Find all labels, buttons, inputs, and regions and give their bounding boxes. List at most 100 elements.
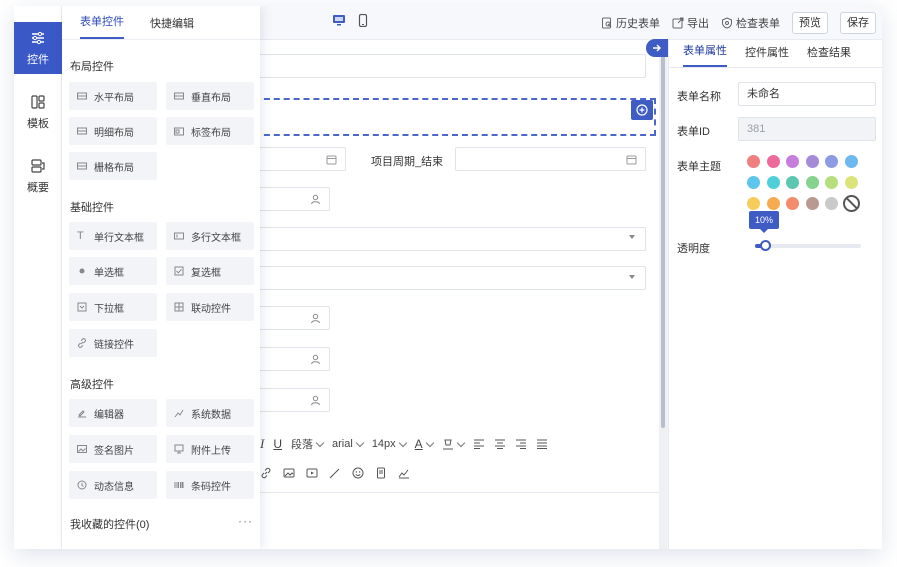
tab-form-controls[interactable]: 表单控件 xyxy=(80,13,124,39)
widget-horizontal-layout[interactable]: 水平布局 xyxy=(69,82,157,110)
align-center-button[interactable] xyxy=(494,439,506,449)
tab-control-properties[interactable]: 控件属性 xyxy=(745,44,789,67)
widget-checkbox[interactable]: 复选框 xyxy=(166,257,254,285)
font-color-button[interactable]: A xyxy=(415,437,434,451)
underline-button[interactable]: U xyxy=(273,437,282,451)
more-options-button[interactable]: ··· xyxy=(238,514,253,528)
preview-button[interactable]: 预览 xyxy=(792,12,828,34)
paragraph-select[interactable]: 段落 xyxy=(291,436,325,452)
widget-upload[interactable]: 附件上传 xyxy=(166,435,254,463)
theme-color-swatch[interactable] xyxy=(766,176,780,189)
editor-icon xyxy=(78,410,86,418)
nav-item-controls[interactable]: 控件 xyxy=(14,22,62,74)
theme-color-swatch[interactable] xyxy=(844,155,858,168)
collapse-panel-button[interactable] xyxy=(646,39,668,57)
link-icon[interactable] xyxy=(260,467,272,479)
export-button[interactable]: 导出 xyxy=(672,15,709,31)
user-icon xyxy=(311,313,320,324)
video-icon[interactable] xyxy=(306,467,318,479)
project-start-date-field[interactable] xyxy=(254,147,346,171)
radio-icon xyxy=(79,268,85,274)
theme-color-swatch[interactable] xyxy=(766,155,780,168)
chevron-down-icon xyxy=(398,438,407,447)
theme-color-swatch[interactable] xyxy=(825,176,838,189)
form-field-1[interactable] xyxy=(254,54,646,78)
no-theme-icon[interactable] xyxy=(842,195,860,212)
horizontal-layout-icon xyxy=(77,92,87,100)
justify-button[interactable] xyxy=(536,439,548,449)
theme-color-swatch[interactable] xyxy=(786,176,799,189)
theme-color-swatch[interactable] xyxy=(747,155,760,168)
nav-item-overview[interactable]: 概要 xyxy=(14,158,62,195)
attachment-icon[interactable] xyxy=(375,467,387,479)
history-form-button[interactable]: 历史表单 xyxy=(601,15,660,31)
check-form-button[interactable]: 检查表单 xyxy=(721,15,780,31)
history-icon xyxy=(602,17,612,29)
font-select[interactable]: arial xyxy=(332,438,365,450)
emoji-icon[interactable] xyxy=(352,467,364,479)
brush-icon[interactable] xyxy=(329,467,341,479)
canvas-scrollbar-thumb[interactable] xyxy=(661,52,665,428)
widget-label: 链接控件 xyxy=(94,339,134,351)
plus-circle-icon xyxy=(636,104,648,116)
theme-color-swatch[interactable] xyxy=(786,155,799,168)
widget-grid-layout[interactable]: 栅格布局 xyxy=(69,152,157,180)
align-right-button[interactable] xyxy=(515,439,527,449)
widget-tab-layout[interactable]: 标签布局 xyxy=(166,117,254,145)
image-icon[interactable] xyxy=(283,467,295,479)
project-end-label: 项目周期_结束 xyxy=(371,156,444,168)
theme-color-swatch[interactable] xyxy=(805,155,819,168)
vertical-layout-icon xyxy=(174,92,184,100)
align-right-icon xyxy=(515,439,526,449)
widget-dynamic-info[interactable]: 动态信息 xyxy=(69,471,157,499)
align-left-icon xyxy=(473,439,484,449)
add-row-button[interactable] xyxy=(631,100,653,120)
widget-detail-layout[interactable]: 明细布局 xyxy=(69,117,157,145)
selected-layout-row[interactable] xyxy=(254,98,656,136)
chevron-down-icon xyxy=(315,438,325,447)
widget-vertical-layout[interactable]: 垂直布局 xyxy=(166,82,254,110)
nav-item-templates[interactable]: 模板 xyxy=(14,94,62,131)
tab-form-properties[interactable]: 表单属性 xyxy=(683,42,727,67)
widget-label: 签名图片 xyxy=(94,445,134,457)
person-field-3[interactable] xyxy=(254,347,330,371)
widget-cascade[interactable]: 联动控件 xyxy=(166,293,254,321)
tab-check-results[interactable]: 检查结果 xyxy=(807,44,851,67)
theme-color-swatch[interactable] xyxy=(825,155,838,168)
dropdown-field-2[interactable] xyxy=(254,266,646,290)
widget-radio[interactable]: 单选框 xyxy=(69,257,157,285)
highlight-button[interactable] xyxy=(442,438,465,450)
tab-quick-edit[interactable]: 快捷编辑 xyxy=(150,15,194,39)
italic-button[interactable]: I xyxy=(260,436,264,452)
widget-barcode[interactable]: 条码控件 xyxy=(166,471,254,499)
theme-color-swatch[interactable] xyxy=(825,197,838,210)
theme-color-swatch[interactable] xyxy=(805,176,819,189)
widget-textarea[interactable]: 多行文本框 xyxy=(166,222,254,250)
font-size-select[interactable]: 14px xyxy=(372,438,407,450)
widget-dropdown[interactable]: 下拉框 xyxy=(69,293,157,321)
chart-icon[interactable] xyxy=(398,467,410,479)
widget-link[interactable]: 链接控件 xyxy=(69,329,157,357)
dropdown-field-1[interactable] xyxy=(254,227,646,251)
theme-color-swatch[interactable] xyxy=(844,176,858,189)
widget-text-input[interactable]: T 单行文本框 xyxy=(69,222,157,250)
widget-signature[interactable]: 签名图片 xyxy=(69,435,157,463)
desktop-icon[interactable] xyxy=(332,14,346,26)
person-field-2[interactable] xyxy=(254,306,330,330)
theme-color-swatch[interactable] xyxy=(766,197,780,210)
widget-editor[interactable]: 编辑器 xyxy=(69,399,157,427)
save-button[interactable]: 保存 xyxy=(840,12,876,34)
theme-color-swatch[interactable] xyxy=(747,176,760,189)
theme-color-swatch[interactable] xyxy=(747,197,760,210)
person-field-4[interactable] xyxy=(254,388,330,412)
theme-color-swatch[interactable] xyxy=(786,197,799,210)
opacity-slider-handle[interactable] xyxy=(760,240,771,251)
align-left-button[interactable] xyxy=(473,439,485,449)
form-name-input[interactable]: 未命名 xyxy=(738,82,876,106)
widget-system-data[interactable]: 系统数据 xyxy=(166,399,254,427)
project-end-date-field[interactable] xyxy=(455,147,646,171)
person-field-1[interactable] xyxy=(254,187,330,211)
mobile-icon[interactable] xyxy=(356,13,370,27)
align-center-icon xyxy=(494,439,505,449)
theme-color-swatch[interactable] xyxy=(805,197,819,210)
